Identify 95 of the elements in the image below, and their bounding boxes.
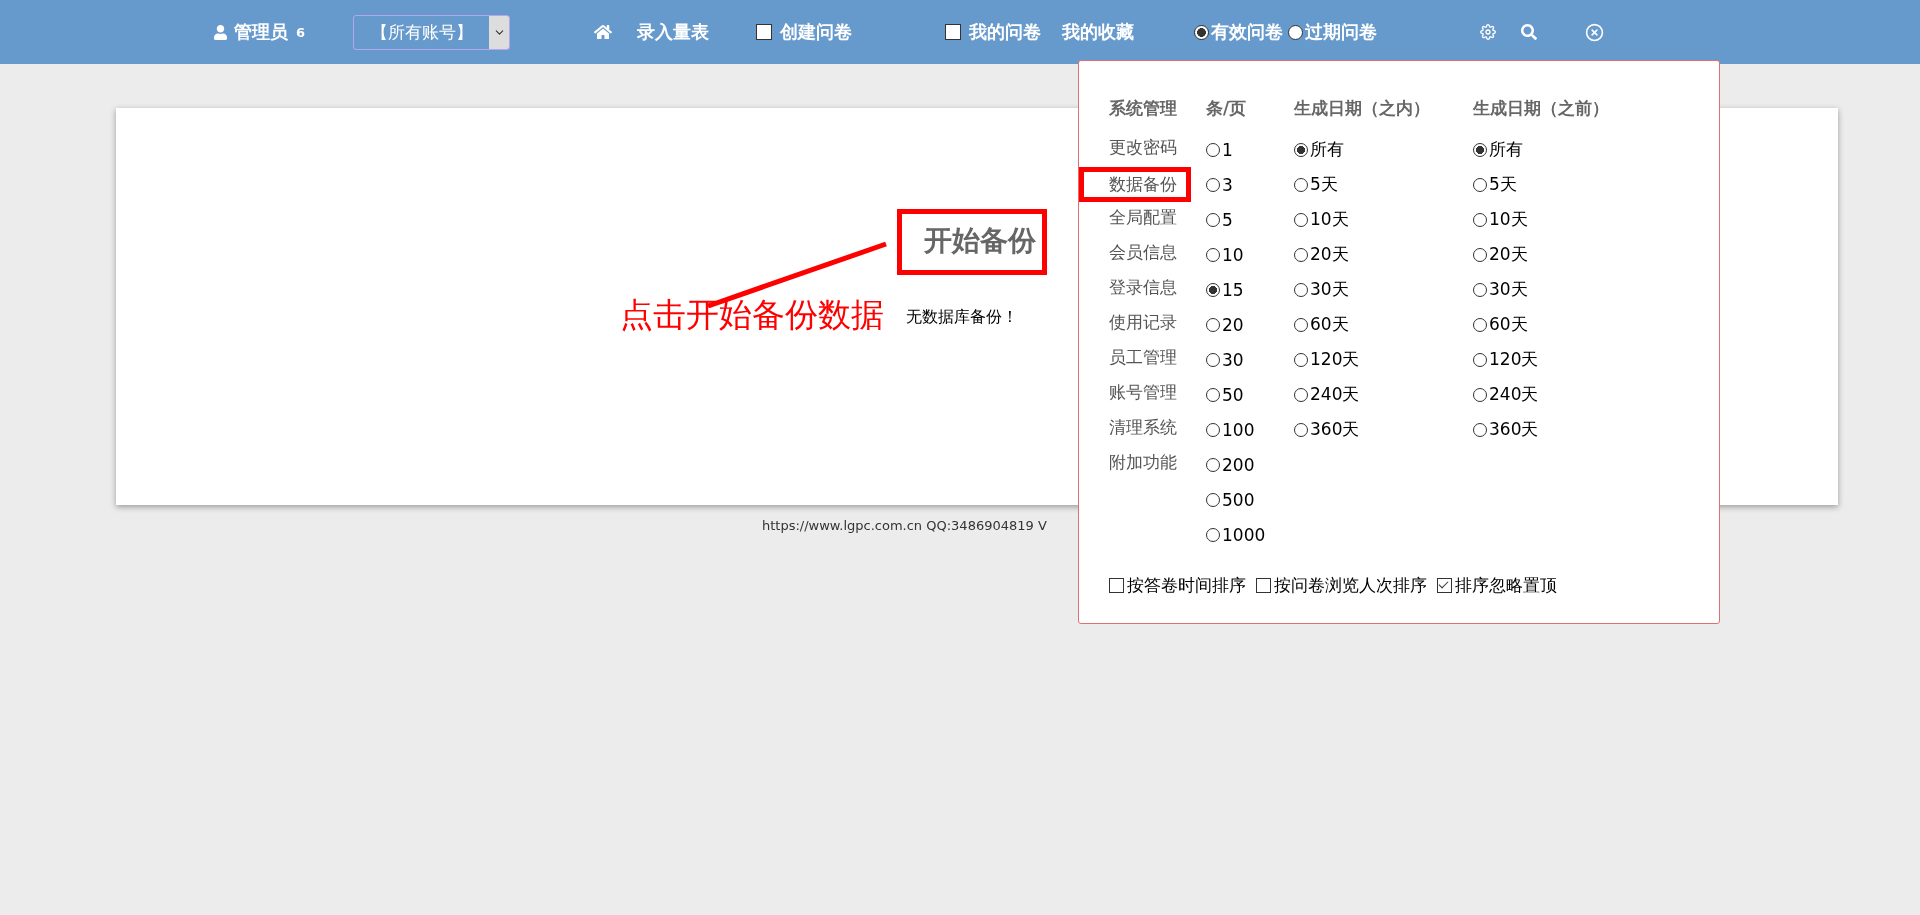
radio-option[interactable]: 5 — [1206, 202, 1294, 237]
radio-option[interactable]: 20 — [1206, 307, 1294, 342]
radio-option[interactable]: 3 — [1206, 167, 1294, 202]
radio-icon[interactable] — [1473, 282, 1487, 297]
radio-option[interactable]: 20天 — [1294, 237, 1473, 272]
radio-icon[interactable] — [1206, 177, 1220, 192]
menu-item[interactable]: 全局配置 — [1109, 202, 1177, 237]
footer-text: https://www.lgpc.com.cn QQ:3486904819 V — [762, 518, 1048, 533]
radio-icon[interactable] — [1206, 492, 1220, 507]
sort-option[interactable]: 按问卷浏览人次排序 — [1256, 574, 1427, 597]
menu-item[interactable]: 附加功能 — [1109, 447, 1177, 482]
radio-option[interactable]: 60天 — [1294, 307, 1473, 342]
radio-option[interactable]: 30天 — [1473, 272, 1673, 307]
checkbox[interactable] — [1256, 578, 1271, 593]
radio-icon[interactable] — [1473, 317, 1487, 332]
radio-option[interactable]: 所有 — [1473, 132, 1673, 167]
sort-option[interactable]: 按答卷时间排序 — [1109, 574, 1246, 597]
radio-icon[interactable] — [1294, 247, 1308, 262]
radio-icon[interactable] — [1206, 212, 1220, 227]
radio-option[interactable]: 30天 — [1294, 272, 1473, 307]
home-icon[interactable] — [594, 23, 613, 41]
radio-option[interactable]: 240天 — [1294, 377, 1473, 412]
radio-option[interactable]: 100 — [1206, 412, 1294, 447]
radio-icon[interactable] — [1206, 142, 1220, 157]
radio-option[interactable]: 360天 — [1473, 412, 1673, 447]
checkbox[interactable] — [1109, 578, 1124, 593]
radio-option[interactable]: 10天 — [1294, 202, 1473, 237]
radio-option[interactable]: 200 — [1206, 447, 1294, 482]
radio-icon[interactable] — [1206, 387, 1220, 402]
radio-option[interactable]: 500 — [1206, 482, 1294, 517]
user-count: 6 — [296, 24, 306, 40]
radio-icon[interactable] — [1473, 177, 1487, 192]
annotation-text: 点击开始备份数据 — [620, 294, 884, 336]
status-message: 无数据库备份！ — [906, 307, 1018, 326]
user-icon — [213, 24, 228, 40]
menu-item[interactable]: 登录信息 — [1109, 272, 1177, 307]
checkbox[interactable] — [945, 24, 962, 40]
close-icon[interactable] — [1585, 22, 1605, 42]
menu-item[interactable]: 账号管理 — [1109, 377, 1177, 412]
column-heading: 生成日期（之前） — [1473, 97, 1610, 120]
radio-icon[interactable] — [1294, 282, 1308, 297]
radio-option[interactable]: 240天 — [1473, 377, 1673, 412]
radio-icon[interactable] — [1473, 387, 1487, 402]
radio-option[interactable]: 所有 — [1294, 132, 1473, 167]
radio-option[interactable]: 120天 — [1294, 342, 1473, 377]
radio-option[interactable]: 10天 — [1473, 202, 1673, 237]
radio-option[interactable]: 5天 — [1473, 167, 1673, 202]
start-backup-button[interactable]: 开始备份 — [924, 222, 1036, 260]
search-icon[interactable] — [1521, 24, 1538, 40]
radio-icon[interactable] — [1194, 24, 1210, 40]
radio-option[interactable]: 120天 — [1473, 342, 1673, 377]
settings-icon[interactable] — [1480, 24, 1497, 40]
column-heading: 生成日期（之内） — [1294, 97, 1431, 120]
radio-icon[interactable] — [1473, 352, 1487, 367]
radio-icon[interactable] — [1206, 527, 1220, 542]
radio-icon[interactable] — [1294, 422, 1308, 437]
radio-option[interactable]: 60天 — [1473, 307, 1673, 342]
radio-option[interactable]: 15 — [1206, 272, 1294, 307]
menu-item[interactable]: 员工管理 — [1109, 342, 1177, 377]
radio-icon[interactable] — [1294, 387, 1308, 402]
radio-icon[interactable] — [1294, 142, 1308, 157]
menu-item[interactable]: 使用记录 — [1109, 307, 1177, 342]
radio-option[interactable]: 5天 — [1294, 167, 1473, 202]
radio-option[interactable]: 10 — [1206, 237, 1294, 272]
radio-icon[interactable] — [1294, 317, 1308, 332]
radio-icon[interactable] — [1206, 422, 1220, 437]
radio-icon[interactable] — [1473, 422, 1487, 437]
radio-icon[interactable] — [1206, 282, 1220, 297]
radio-option[interactable]: 1000 — [1206, 517, 1294, 552]
radio-icon[interactable] — [1473, 212, 1487, 227]
menu-item[interactable]: 数据备份 — [1079, 167, 1191, 202]
radio-icon[interactable] — [1206, 317, 1220, 332]
menu-item[interactable]: 会员信息 — [1109, 237, 1177, 272]
radio-icon[interactable] — [1288, 24, 1304, 40]
radio-icon[interactable] — [1294, 352, 1308, 367]
radio-option[interactable]: 360天 — [1294, 412, 1473, 447]
radio-icon[interactable] — [1206, 352, 1220, 367]
checkbox[interactable] — [1437, 578, 1452, 593]
sort-option[interactable]: 排序忽略置顶 — [1437, 574, 1557, 597]
user-name: 管理员 — [234, 20, 288, 44]
radio-icon[interactable] — [1473, 247, 1487, 262]
radio-icon[interactable] — [1294, 177, 1308, 192]
column-heading: 系统管理 — [1109, 97, 1178, 120]
radio-option[interactable]: 20天 — [1473, 237, 1673, 272]
radio-option[interactable]: 30 — [1206, 342, 1294, 377]
checkbox[interactable] — [756, 24, 773, 40]
radio-icon[interactable] — [1206, 457, 1220, 472]
radio-option[interactable]: 1 — [1206, 132, 1294, 167]
radio-option[interactable]: 50 — [1206, 377, 1294, 412]
radio-icon[interactable] — [1294, 212, 1308, 227]
radio-icon[interactable] — [1206, 247, 1220, 262]
menu-item[interactable]: 更改密码 — [1109, 132, 1177, 167]
radio-icon[interactable] — [1473, 142, 1487, 157]
menu-item[interactable]: 清理系统 — [1109, 412, 1177, 447]
column-heading: 条/页 — [1206, 97, 1248, 120]
